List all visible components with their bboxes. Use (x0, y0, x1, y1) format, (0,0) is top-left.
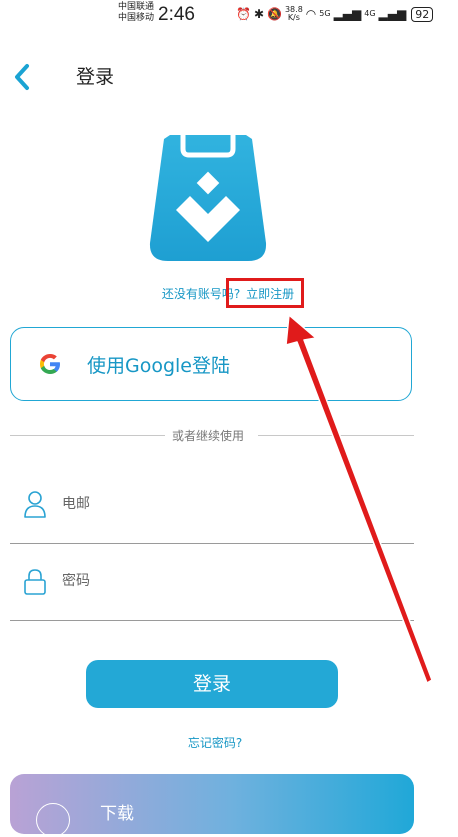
user-icon (24, 491, 46, 518)
password-underline (10, 620, 414, 621)
signal-icon-2: ▂▄▆ (378, 7, 407, 21)
download-banner[interactable] (10, 774, 414, 834)
carrier-info: 中国联通 中国移动 (118, 2, 154, 24)
forgot-password-link[interactable]: 忘记密码? (0, 734, 430, 751)
carrier-2: 中国移动 (118, 13, 155, 23)
app-logo (149, 133, 267, 261)
net-type-1: 5G (319, 9, 331, 18)
google-login-label: 使用Google登陆 (87, 355, 231, 377)
back-button[interactable] (10, 62, 40, 92)
carrier-1: 中国联通 (118, 2, 155, 12)
login-button[interactable]: 登录 (86, 660, 338, 708)
download-icon (36, 803, 70, 837)
net-speed: 38.8 K/s (284, 5, 303, 22)
net-type-2: 4G (364, 9, 376, 18)
bluetooth-icon: ✱ (253, 7, 265, 21)
divider-line-left (10, 435, 165, 436)
email-underline (10, 543, 414, 544)
status-icons: ⏰ ✱ 🔕 38.8 K/s ◠ 5G ▂▄▆ 4G ▂▄▆ 92 (236, 5, 434, 22)
battery-icon: 92 (411, 6, 434, 22)
alarm-icon: ⏰ (236, 7, 251, 21)
divider-line-right (258, 435, 414, 436)
divider-text: 或者继续使用 (172, 429, 245, 443)
signal-icon: ▂▄▆ (333, 7, 362, 21)
lock-icon (24, 569, 46, 595)
chevron-left-icon (15, 64, 29, 90)
email-field[interactable] (62, 496, 402, 512)
wifi-icon: ◠ (305, 7, 317, 21)
status-time: 2:46 (158, 4, 195, 25)
page-title: 登录 (76, 66, 115, 88)
password-field[interactable] (62, 573, 402, 589)
download-label: 下载 (100, 804, 134, 824)
annotation-highlight-box (226, 278, 304, 308)
google-icon (40, 354, 60, 374)
mute-icon: 🔕 (267, 7, 282, 21)
